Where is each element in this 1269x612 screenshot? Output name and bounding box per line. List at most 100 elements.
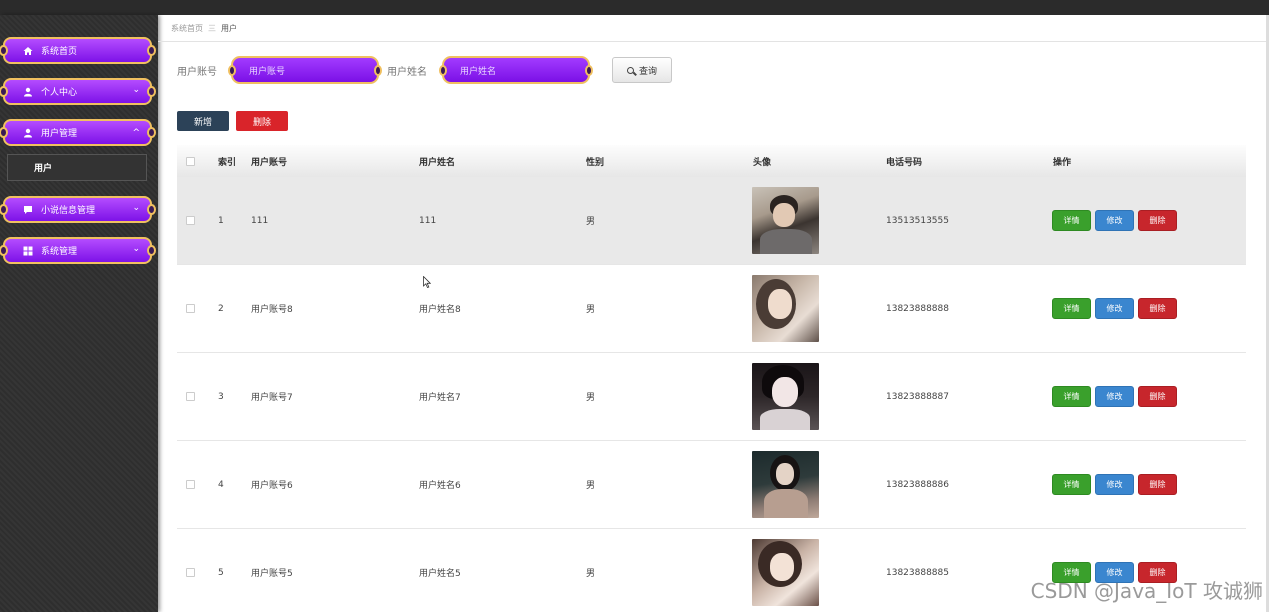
row-checkbox[interactable] [186,441,195,528]
delete-button[interactable]: 删除 [1138,386,1177,407]
sidebar-item-user-management[interactable]: 用户管理 ^ [0,119,156,146]
row-phone: 13823888885 [886,567,949,578]
header-index: 索引 [218,157,237,168]
user-table: 索引 用户账号 用户姓名 性别 头像 电话号码 操作 1 111 111 男 1… [177,145,1246,612]
sidebar-subitem-label: 用户 [34,164,53,174]
account-search-input[interactable]: 用户账号 [228,56,382,84]
decor-knob [374,65,382,76]
row-account: 用户账号5 [251,569,293,579]
table-row: 4 用户账号6 用户姓名6 男 13823888886 详情 修改 删除 [177,441,1246,529]
row-account: 用户账号8 [251,305,293,315]
header-phone: 电话号码 [886,157,923,168]
row-checkbox[interactable] [186,177,195,264]
sidebar-item-profile[interactable]: 个人中心 ⌄ [0,78,156,105]
row-index: 4 [218,479,224,490]
query-button[interactable]: 查询 [612,57,672,83]
row-actions: 详情 修改 删除 [1052,353,1181,440]
row-actions: 详情 修改 删除 [1052,177,1181,264]
delete-button[interactable]: 删除 [1138,210,1177,231]
breadcrumb-home[interactable]: 系统首页 [171,23,203,34]
decor-knob [0,204,8,215]
chat-icon [23,205,33,215]
batch-delete-button[interactable]: 删除 [236,111,288,131]
person-icon [23,128,33,138]
header-name: 用户姓名 [419,157,456,168]
decor-knob [147,204,156,215]
home-icon [23,46,33,56]
avatar [752,441,819,528]
chevron-down-icon: ⌄ [132,244,140,254]
table-header: 索引 用户账号 用户姓名 性别 头像 电话号码 操作 [177,145,1246,177]
sidebar-item-label: 用户管理 [41,129,78,139]
row-index: 3 [218,391,224,402]
decor-knob [228,65,236,76]
decor-knob [147,245,156,256]
avatar [752,529,819,612]
account-search-placeholder: 用户账号 [249,66,286,77]
detail-button[interactable]: 详情 [1052,298,1091,319]
row-actions: 详情 修改 删除 [1052,441,1181,528]
mouse-cursor-icon [423,276,431,288]
row-gender: 男 [586,569,596,579]
edit-button[interactable]: 修改 [1095,210,1134,231]
decor-knob [0,45,8,56]
grid-icon [23,246,33,256]
row-gender: 男 [586,393,596,403]
edit-button[interactable]: 修改 [1095,474,1134,495]
account-search-label: 用户账号 [177,67,217,78]
header-account: 用户账号 [251,157,288,168]
row-name: 用户姓名6 [419,481,461,491]
row-checkbox[interactable] [186,353,195,440]
row-name: 用户姓名5 [419,569,461,579]
sidebar-item-label: 系统首页 [41,47,78,57]
row-account: 111 [251,215,269,226]
chevron-down-icon: ⌄ [132,203,140,213]
delete-button[interactable]: 删除 [1138,474,1177,495]
row-checkbox[interactable] [186,529,195,612]
name-search-placeholder: 用户姓名 [460,66,497,77]
sidebar-subitem-user[interactable]: 用户 [7,154,147,181]
edit-button[interactable]: 修改 [1095,298,1134,319]
row-account: 用户账号6 [251,481,293,491]
decor-knob [0,127,8,138]
row-index: 2 [218,303,224,314]
row-phone: 13823888887 [886,391,949,402]
detail-button[interactable]: 详情 [1052,386,1091,407]
chevron-down-icon: ⌄ [132,85,140,95]
top-bar [0,0,1269,15]
header-gender: 性别 [586,157,605,168]
decor-knob [0,245,8,256]
breadcrumb-separator: 三 [208,23,216,33]
name-search-input[interactable]: 用户姓名 [439,56,593,84]
sidebar-item-system-management[interactable]: 系统管理 ⌄ [0,237,156,264]
row-checkbox[interactable] [186,265,195,352]
row-name: 用户姓名7 [419,393,461,403]
delete-button[interactable]: 删除 [1138,298,1177,319]
detail-button[interactable]: 详情 [1052,474,1091,495]
decor-knob [147,127,156,138]
row-name: 111 [419,215,437,226]
row-gender: 男 [586,305,596,315]
table-row: 1 111 111 男 13513513555 详情 修改 删除 [177,177,1246,265]
decor-knob [439,65,447,76]
edit-button[interactable]: 修改 [1095,386,1134,407]
sidebar-item-label: 系统管理 [41,247,78,257]
avatar [752,177,819,264]
row-phone: 13823888888 [886,303,949,314]
sidebar-item-home[interactable]: 系统首页 [0,37,156,64]
header-actions: 操作 [1053,157,1072,168]
sidebar-item-label: 个人中心 [41,88,78,98]
detail-button[interactable]: 详情 [1052,210,1091,231]
avatar [752,265,819,352]
table-row: 2 用户账号8 用户姓名8 男 13823888888 详情 修改 删除 [177,265,1246,353]
query-button-label: 查询 [638,66,657,77]
name-search-label: 用户姓名 [387,67,427,78]
row-actions: 详情 修改 删除 [1052,265,1181,352]
person-icon [23,87,33,97]
sidebar-item-novel-management[interactable]: 小说信息管理 ⌄ [0,196,156,223]
select-all-checkbox[interactable] [186,145,195,177]
table-row: 3 用户账号7 用户姓名7 男 13823888887 详情 修改 删除 [177,353,1246,441]
row-gender: 男 [586,481,596,491]
avatar [752,353,819,440]
add-button[interactable]: 新增 [177,111,229,131]
